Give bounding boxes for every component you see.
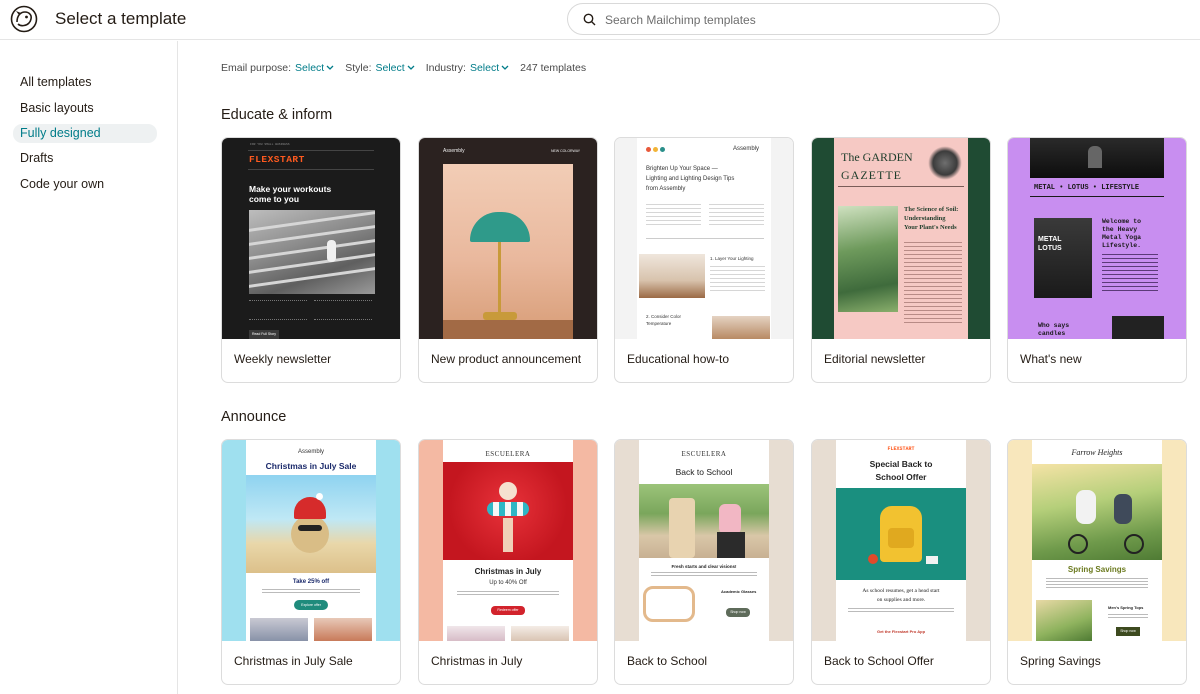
- sidebar-item-basic-layouts[interactable]: Basic layouts: [13, 99, 157, 118]
- page-title: Select a template: [55, 9, 187, 28]
- section-title-educate: Educate & inform: [221, 107, 333, 123]
- industry-label: Industry:: [425, 62, 466, 74]
- industry-value: Select: [469, 62, 500, 74]
- style-dropdown[interactable]: Select: [376, 62, 415, 74]
- template-card-back-to-school-offer[interactable]: FLEXSTART Special Back to School Offer A…: [811, 439, 991, 685]
- snowman-beach-image: [246, 475, 376, 573]
- style-label: Style:: [345, 62, 372, 74]
- chevron-down-icon: [326, 65, 334, 70]
- email-purpose-label: Email purpose:: [221, 62, 292, 74]
- sidebar-item-drafts[interactable]: Drafts: [13, 149, 157, 168]
- template-card-new-product-announcement[interactable]: Assembly NEW COLORWAY New product announ…: [418, 137, 598, 383]
- email-purpose-value: Select: [295, 62, 325, 74]
- email-purpose-dropdown[interactable]: Select: [295, 62, 334, 74]
- template-card-back-to-school[interactable]: ESCUELERA Back to School Fresh starts an…: [614, 439, 794, 685]
- sidebar-item-fully-designed[interactable]: Fully designed: [13, 124, 157, 143]
- card-label: Christmas in July Sale: [234, 654, 353, 668]
- sidebar-item-code-your-own[interactable]: Code your own: [13, 175, 157, 194]
- school-kids-image: [639, 484, 769, 558]
- chevron-down-icon: [407, 65, 415, 70]
- template-thumbnail: FLEXSTART Special Back to School Offer A…: [812, 440, 990, 641]
- lamp-image: [443, 164, 573, 339]
- mailchimp-logo-icon[interactable]: [10, 5, 38, 33]
- template-card-editorial-newsletter[interactable]: The GARDEN GAZETTE The Science of Soil: …: [811, 137, 991, 383]
- style-value: Select: [375, 62, 405, 74]
- card-label: Back to School Offer: [824, 654, 934, 668]
- card-label: New product announcement: [431, 352, 582, 366]
- search-icon: [583, 13, 596, 26]
- template-thumbnail: Farrow Heights Spring Savings Men's Spri…: [1008, 440, 1186, 641]
- template-thumbnail: Assembly Christmas in July Sale Take 25%…: [222, 440, 400, 641]
- section-title-announce: Announce: [221, 409, 287, 425]
- template-card-weekly-newsletter[interactable]: FOR YOU SMALL BUSINESS FLEXSTART Make yo…: [221, 137, 401, 383]
- card-label: Editorial newsletter: [824, 352, 926, 366]
- search-box[interactable]: [567, 3, 1000, 35]
- top-bar: Select a template: [0, 0, 1200, 40]
- card-label: Back to School: [627, 654, 708, 668]
- template-card-christmas-in-july[interactable]: ESCUELERA Christmas in July Up to 40% Of…: [418, 439, 598, 685]
- template-card-whats-new[interactable]: METAL • LOTUS • LIFESTYLE METAL LOTUS We…: [1007, 137, 1187, 383]
- template-card-educational-how-to[interactable]: Assembly Brighten Up Your Space — Lighti…: [614, 137, 794, 383]
- search-input[interactable]: [605, 10, 985, 30]
- template-thumbnail: ESCUELERA Christmas in July Up to 40% Of…: [419, 440, 597, 641]
- template-thumbnail: METAL • LOTUS • LIFESTYLE METAL LOTUS We…: [1008, 138, 1186, 339]
- template-thumbnail: FOR YOU SMALL BUSINESS FLEXSTART Make yo…: [222, 138, 400, 339]
- plant-image: [838, 206, 898, 312]
- template-thumbnail: ESCUELERA Back to School Fresh starts an…: [615, 440, 793, 641]
- template-card-spring-savings[interactable]: Farrow Heights Spring Savings Men's Spri…: [1007, 439, 1187, 685]
- card-label: Christmas in July: [431, 654, 523, 668]
- cyclists-image: [1032, 464, 1162, 560]
- template-thumbnail: The GARDEN GAZETTE The Science of Soil: …: [812, 138, 990, 339]
- template-thumbnail: Assembly NEW COLORWAY: [419, 138, 597, 339]
- card-label: Weekly newsletter: [234, 352, 332, 366]
- backpack-image: [836, 488, 966, 580]
- template-count: 247 templates: [520, 62, 587, 74]
- santa-image: [443, 462, 573, 560]
- stadium-steps-image: [249, 210, 375, 294]
- template-thumbnail: Assembly Brighten Up Your Space — Lighti…: [615, 138, 793, 339]
- sidebar-item-all-templates[interactable]: All templates: [13, 73, 157, 92]
- chevron-down-icon: [501, 65, 509, 70]
- filter-bar: Email purpose: Select Style: Select Indu…: [221, 61, 586, 75]
- template-card-christmas-in-july-sale[interactable]: Assembly Christmas in July Sale Take 25%…: [221, 439, 401, 685]
- card-label: Educational how-to: [627, 352, 730, 366]
- card-label: What's new: [1020, 352, 1082, 366]
- card-label: Spring Savings: [1020, 654, 1101, 668]
- sidebar: All templates Basic layouts Fully design…: [0, 41, 178, 694]
- industry-dropdown[interactable]: Select: [470, 62, 509, 74]
